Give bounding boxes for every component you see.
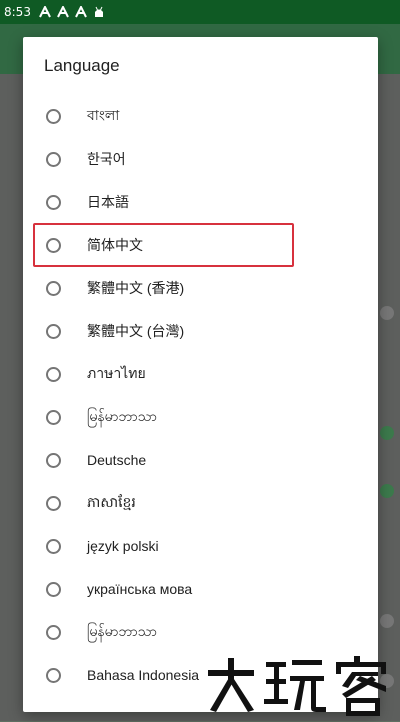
language-option[interactable]: বাংলা <box>23 95 378 137</box>
language-label: 繁體中文 (台灣) <box>87 323 185 339</box>
language-label: ភាសាខ្មែរ <box>87 493 136 510</box>
radio-button[interactable] <box>46 237 61 253</box>
language-option[interactable]: Deutsche <box>23 439 378 481</box>
language-option[interactable]: 日本語 <box>23 181 378 223</box>
background-toggle <box>380 614 394 628</box>
radio-button[interactable] <box>46 624 61 640</box>
language-label: українська мова <box>87 581 193 597</box>
language-label: 简体中文 <box>87 237 143 253</box>
language-label: 繁體中文 (香港) <box>87 280 185 296</box>
background-toggle <box>380 306 394 320</box>
language-label: 日本語 <box>87 194 129 210</box>
language-option[interactable]: 繁體中文 (香港) <box>23 267 378 309</box>
radio-button[interactable] <box>46 667 61 683</box>
language-option[interactable]: ภาษาไทย <box>23 353 378 395</box>
radio-button[interactable] <box>46 194 61 210</box>
language-option[interactable]: မြန်မာဘာသာ <box>23 611 378 653</box>
language-label: မြန်မာဘာသာ <box>87 407 157 424</box>
language-option[interactable]: 简体中文 <box>23 224 378 266</box>
background-toggle <box>380 674 394 688</box>
notification-a-icon <box>57 6 69 18</box>
radio-button[interactable] <box>46 366 61 382</box>
language-option[interactable]: မြန်မာဘာသာ <box>23 396 378 438</box>
language-label: ภาษาไทย <box>87 365 146 381</box>
language-dialog: Language বাংলা 한국어 日本語 简体中文 繁體中文 (香港) 繁體… <box>23 37 378 712</box>
radio-button[interactable] <box>46 581 61 597</box>
status-bar: 8:53 <box>0 0 400 24</box>
radio-button[interactable] <box>46 151 61 167</box>
language-label: 한국어 <box>87 151 126 167</box>
notification-a-icon <box>39 6 51 18</box>
android-icon <box>93 6 105 18</box>
language-option[interactable]: Bahasa Indonesia <box>23 654 378 696</box>
language-label: မြန်မာဘာသာ <box>87 622 157 639</box>
language-label: বাংলা <box>87 107 120 123</box>
background-toggle <box>380 484 394 498</box>
language-option[interactable]: ភាសាខ្មែរ <box>23 482 378 524</box>
radio-button[interactable] <box>46 409 61 425</box>
language-label: Deutsche <box>87 452 147 468</box>
radio-button[interactable] <box>46 323 61 339</box>
language-option[interactable]: українська мова <box>23 568 378 610</box>
language-label: język polski <box>87 538 159 554</box>
background-toggle <box>380 426 394 440</box>
status-time: 8:53 <box>4 5 31 19</box>
notification-a-icon <box>75 6 87 18</box>
language-option[interactable]: 繁體中文 (台灣) <box>23 310 378 352</box>
dialog-title: Language <box>44 56 120 75</box>
language-label: Bahasa Indonesia <box>87 667 200 683</box>
language-option[interactable]: język polski <box>23 525 378 567</box>
radio-button[interactable] <box>46 452 61 468</box>
radio-button[interactable] <box>46 280 61 296</box>
radio-button[interactable] <box>46 495 61 511</box>
language-option[interactable]: 한국어 <box>23 138 378 180</box>
radio-button[interactable] <box>46 108 61 124</box>
radio-button[interactable] <box>46 538 61 554</box>
